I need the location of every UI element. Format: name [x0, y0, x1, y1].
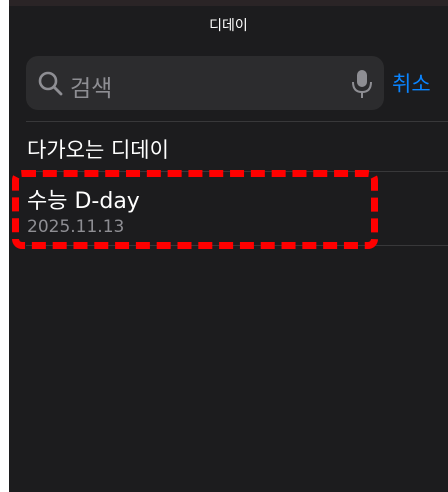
section-header: 다가오는 디데이 — [27, 138, 169, 162]
left-edge — [0, 0, 9, 492]
divider — [26, 121, 448, 122]
list-item-dday[interactable]: 수능 D-day 2025.11.13 — [9, 173, 448, 245]
page-title: 디데이 — [209, 18, 248, 34]
divider — [26, 171, 448, 172]
dday-title: 수능 D-day — [27, 189, 140, 214]
search-field[interactable]: 검색 — [26, 56, 384, 110]
search-icon — [38, 71, 63, 96]
dday-search-sheet: 디데이 검색 취소 다가오는 디데이 수능 D-day 2025.11.13 — [9, 6, 448, 492]
search-input[interactable]: 검색 — [70, 69, 112, 103]
mic-icon[interactable] — [351, 69, 373, 99]
cancel-button[interactable]: 취소 — [392, 68, 431, 98]
dday-date: 2025.11.13 — [27, 217, 125, 237]
divider — [26, 245, 448, 246]
